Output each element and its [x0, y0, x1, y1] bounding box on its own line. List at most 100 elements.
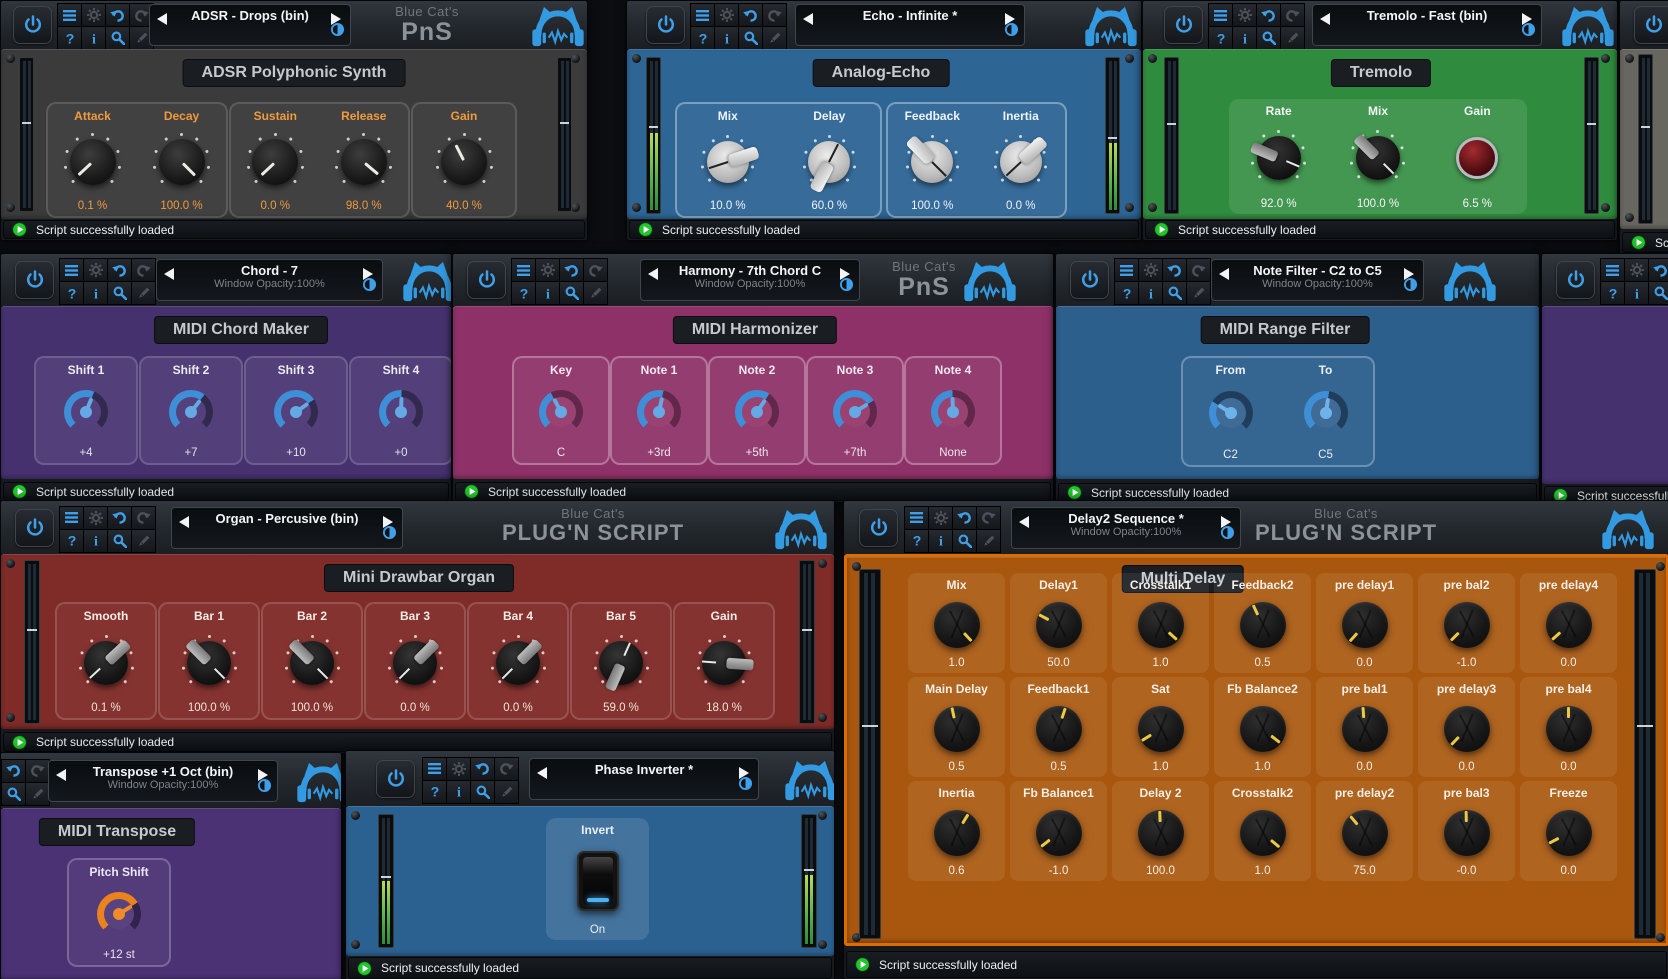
pre-delay4-knob[interactable]	[1546, 602, 1592, 648]
edit-button[interactable]	[763, 27, 786, 49]
zoom-button[interactable]	[1257, 27, 1280, 49]
preset-selector[interactable]: Delay2 Sequence *Window Opacity:100%	[1011, 507, 1241, 549]
settings-button[interactable]	[715, 4, 738, 26]
settings-button[interactable]	[1139, 259, 1162, 281]
help-button[interactable]: ?	[58, 27, 81, 49]
compare-icon[interactable]	[362, 277, 377, 297]
info-button[interactable]: i	[1625, 282, 1648, 304]
preset-prev-icon[interactable]	[179, 515, 191, 527]
help-button[interactable]: ?	[691, 27, 714, 49]
preset-prev-icon[interactable]	[1320, 12, 1332, 24]
delay-knob[interactable]	[808, 141, 850, 183]
compare-icon[interactable]	[382, 525, 397, 545]
zoom-button[interactable]	[1163, 282, 1186, 304]
preset-selector[interactable]: Transpose +1 Oct (bin)Window Opacity:100…	[48, 760, 278, 802]
compare-icon[interactable]	[257, 778, 272, 798]
edit-button[interactable]	[495, 781, 518, 803]
edit-button[interactable]	[584, 282, 607, 304]
settings-button[interactable]	[84, 259, 107, 281]
pre-bal1-knob[interactable]	[1342, 706, 1388, 752]
power-button[interactable]	[859, 509, 898, 547]
power-button[interactable]	[1164, 6, 1203, 44]
from-knob[interactable]	[1209, 391, 1253, 435]
settings-button[interactable]	[536, 259, 559, 281]
undo-button[interactable]	[560, 259, 583, 281]
redo-button[interactable]	[1187, 259, 1210, 281]
pre-delay1-knob[interactable]	[1342, 602, 1388, 648]
power-button[interactable]	[15, 261, 54, 299]
zoom-button[interactable]	[739, 27, 762, 49]
delay-2-knob[interactable]	[1138, 810, 1184, 856]
fb-balance2-knob[interactable]	[1240, 706, 1286, 752]
preset-prev-icon[interactable]	[1019, 515, 1031, 527]
help-button[interactable]: ?	[1115, 282, 1138, 304]
zoom-button[interactable]	[1649, 282, 1668, 304]
menu-button[interactable]	[423, 758, 446, 780]
undo-button[interactable]	[953, 507, 976, 529]
info-button[interactable]: i	[84, 530, 107, 552]
redo-button[interactable]	[584, 259, 607, 281]
help-button[interactable]: ?	[60, 282, 83, 304]
edit-button[interactable]	[132, 530, 155, 552]
preset-selector[interactable]: Harmony - 7th Chord CWindow Opacity:100%	[640, 259, 860, 301]
preset-selector[interactable]: ADSR - Drops (bin)	[149, 4, 351, 46]
menu-button[interactable]	[512, 259, 535, 281]
note-4-knob[interactable]	[931, 390, 975, 434]
settings-button[interactable]	[447, 758, 470, 780]
preset-selector[interactable]: Tremolo - Fast (bin)	[1312, 4, 1542, 46]
key-knob[interactable]	[539, 390, 583, 434]
compare-icon[interactable]	[1521, 22, 1536, 42]
feedback-knob[interactable]	[911, 141, 953, 183]
settings-button[interactable]	[1233, 4, 1256, 26]
preset-prev-icon[interactable]	[157, 12, 169, 24]
info-button[interactable]: i	[1139, 282, 1162, 304]
power-button[interactable]	[15, 509, 54, 547]
invert-switch[interactable]	[577, 851, 619, 911]
pre-delay3-knob[interactable]	[1444, 706, 1490, 752]
note-2-knob[interactable]	[735, 390, 779, 434]
pre-bal4-knob[interactable]	[1546, 706, 1592, 752]
undo-button[interactable]	[108, 259, 131, 281]
zoom-button[interactable]	[108, 530, 131, 552]
preset-prev-icon[interactable]	[648, 267, 660, 279]
preset-prev-icon[interactable]	[56, 768, 68, 780]
pitch-shift-knob[interactable]	[97, 892, 141, 936]
menu-button[interactable]	[60, 259, 83, 281]
shift-4-knob[interactable]	[379, 390, 423, 434]
undo-button[interactable]	[1257, 4, 1280, 26]
bar-2-knob[interactable]	[290, 641, 334, 685]
power-button[interactable]	[1556, 261, 1595, 299]
compare-icon[interactable]	[839, 277, 854, 297]
power-button[interactable]	[1070, 261, 1109, 299]
menu-button[interactable]	[905, 507, 928, 529]
crosstalk2-knob[interactable]	[1240, 810, 1286, 856]
compare-icon[interactable]	[1403, 277, 1418, 297]
fb-balance1-knob[interactable]	[1036, 810, 1082, 856]
undo-button[interactable]	[1163, 259, 1186, 281]
preset-prev-icon[interactable]	[164, 267, 176, 279]
menu-button[interactable]	[1115, 259, 1138, 281]
help-button[interactable]: ?	[1601, 282, 1624, 304]
compare-icon[interactable]	[330, 22, 345, 42]
preset-prev-icon[interactable]	[803, 12, 815, 24]
edit-button[interactable]	[132, 282, 155, 304]
attack-knob[interactable]	[70, 139, 116, 185]
info-button[interactable]: i	[82, 27, 105, 49]
mix-knob[interactable]	[934, 602, 980, 648]
decay-knob[interactable]	[159, 139, 205, 185]
redo-button[interactable]	[495, 758, 518, 780]
redo-button[interactable]	[132, 259, 155, 281]
edit-button[interactable]	[977, 530, 1000, 552]
gain-knob[interactable]	[441, 139, 487, 185]
edit-button[interactable]	[1281, 27, 1304, 49]
preset-selector[interactable]: Echo - Infinite *	[795, 4, 1025, 46]
redo-button[interactable]	[132, 507, 155, 529]
help-button[interactable]: ?	[1209, 27, 1232, 49]
to-knob[interactable]	[1304, 391, 1348, 435]
inertia-knob[interactable]	[1000, 141, 1042, 183]
info-button[interactable]: i	[929, 530, 952, 552]
zoom-button[interactable]	[953, 530, 976, 552]
compare-icon[interactable]	[738, 776, 753, 796]
undo-button[interactable]	[471, 758, 494, 780]
info-button[interactable]: i	[447, 781, 470, 803]
